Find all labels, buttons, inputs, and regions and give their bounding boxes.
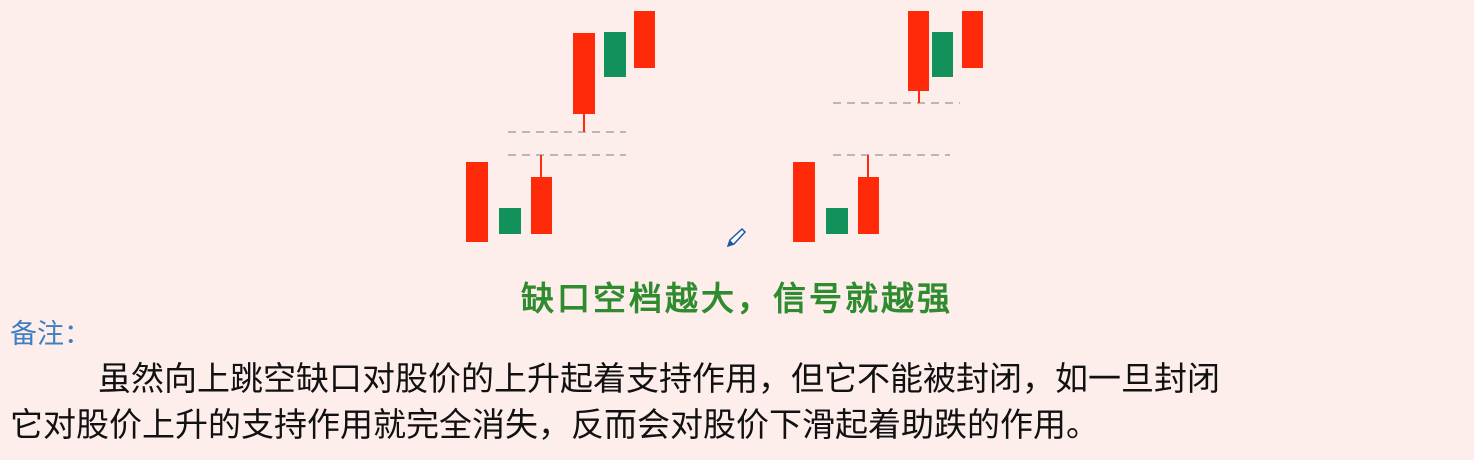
diagram-caption: 缺口空档越大，信号就越强 [521,279,953,318]
candle-up [573,33,595,114]
note-line: 虽然向上跳空缺口对股价的上升起着支持作用，但它不能被封闭，如一旦封闭 [98,359,1220,398]
candle-up [634,11,655,68]
candle-down [932,32,953,77]
candle-up [908,11,929,91]
pen-cursor-icon [726,227,747,248]
candle-down [499,208,521,234]
left-gap-example [466,11,655,242]
note-body: 虽然向上跳空缺口对股价的上升起着支持作用，但它不能被封闭，如一旦封闭 它对股价上… [10,356,1470,448]
candle-up [531,177,552,234]
candle-down [826,208,848,234]
candle-up [858,177,879,234]
candle-up [466,162,488,242]
note-label: 备注： [10,319,91,350]
candle-up [793,162,815,242]
candle-up [962,11,983,68]
right-gap-example [793,11,983,242]
candle-down [604,32,626,77]
note-line: 它对股价上升的支持作用就完全消失，反而会对股价下滑起着助跌的作用。 [10,405,1099,444]
